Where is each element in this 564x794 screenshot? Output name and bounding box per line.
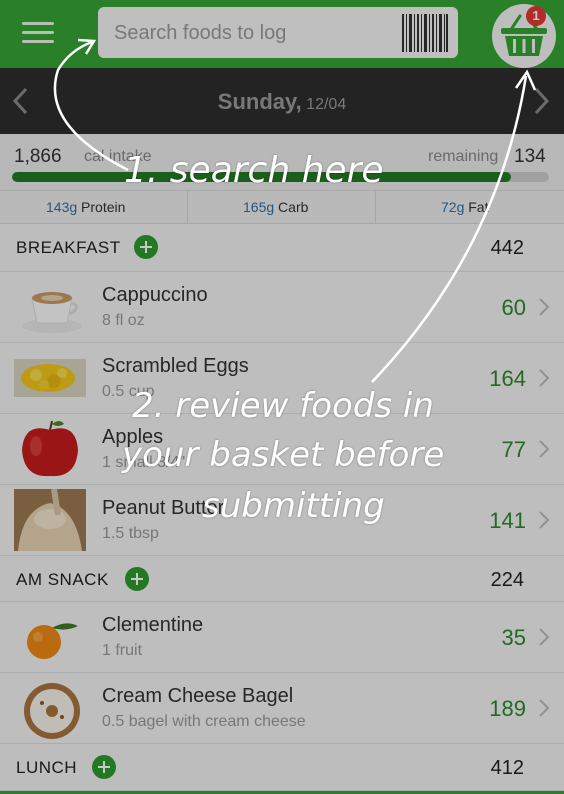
arrow-to-basket: [371, 75, 528, 383]
annotation-review-line-1: 2. review foods in: [132, 386, 434, 426]
annotation-review-line-2: your basket before: [122, 435, 445, 475]
annotation-search: 1. search here: [124, 150, 384, 191]
arrow-to-search: [53, 40, 129, 172]
annotation-review-line-3: submitting: [202, 486, 385, 526]
